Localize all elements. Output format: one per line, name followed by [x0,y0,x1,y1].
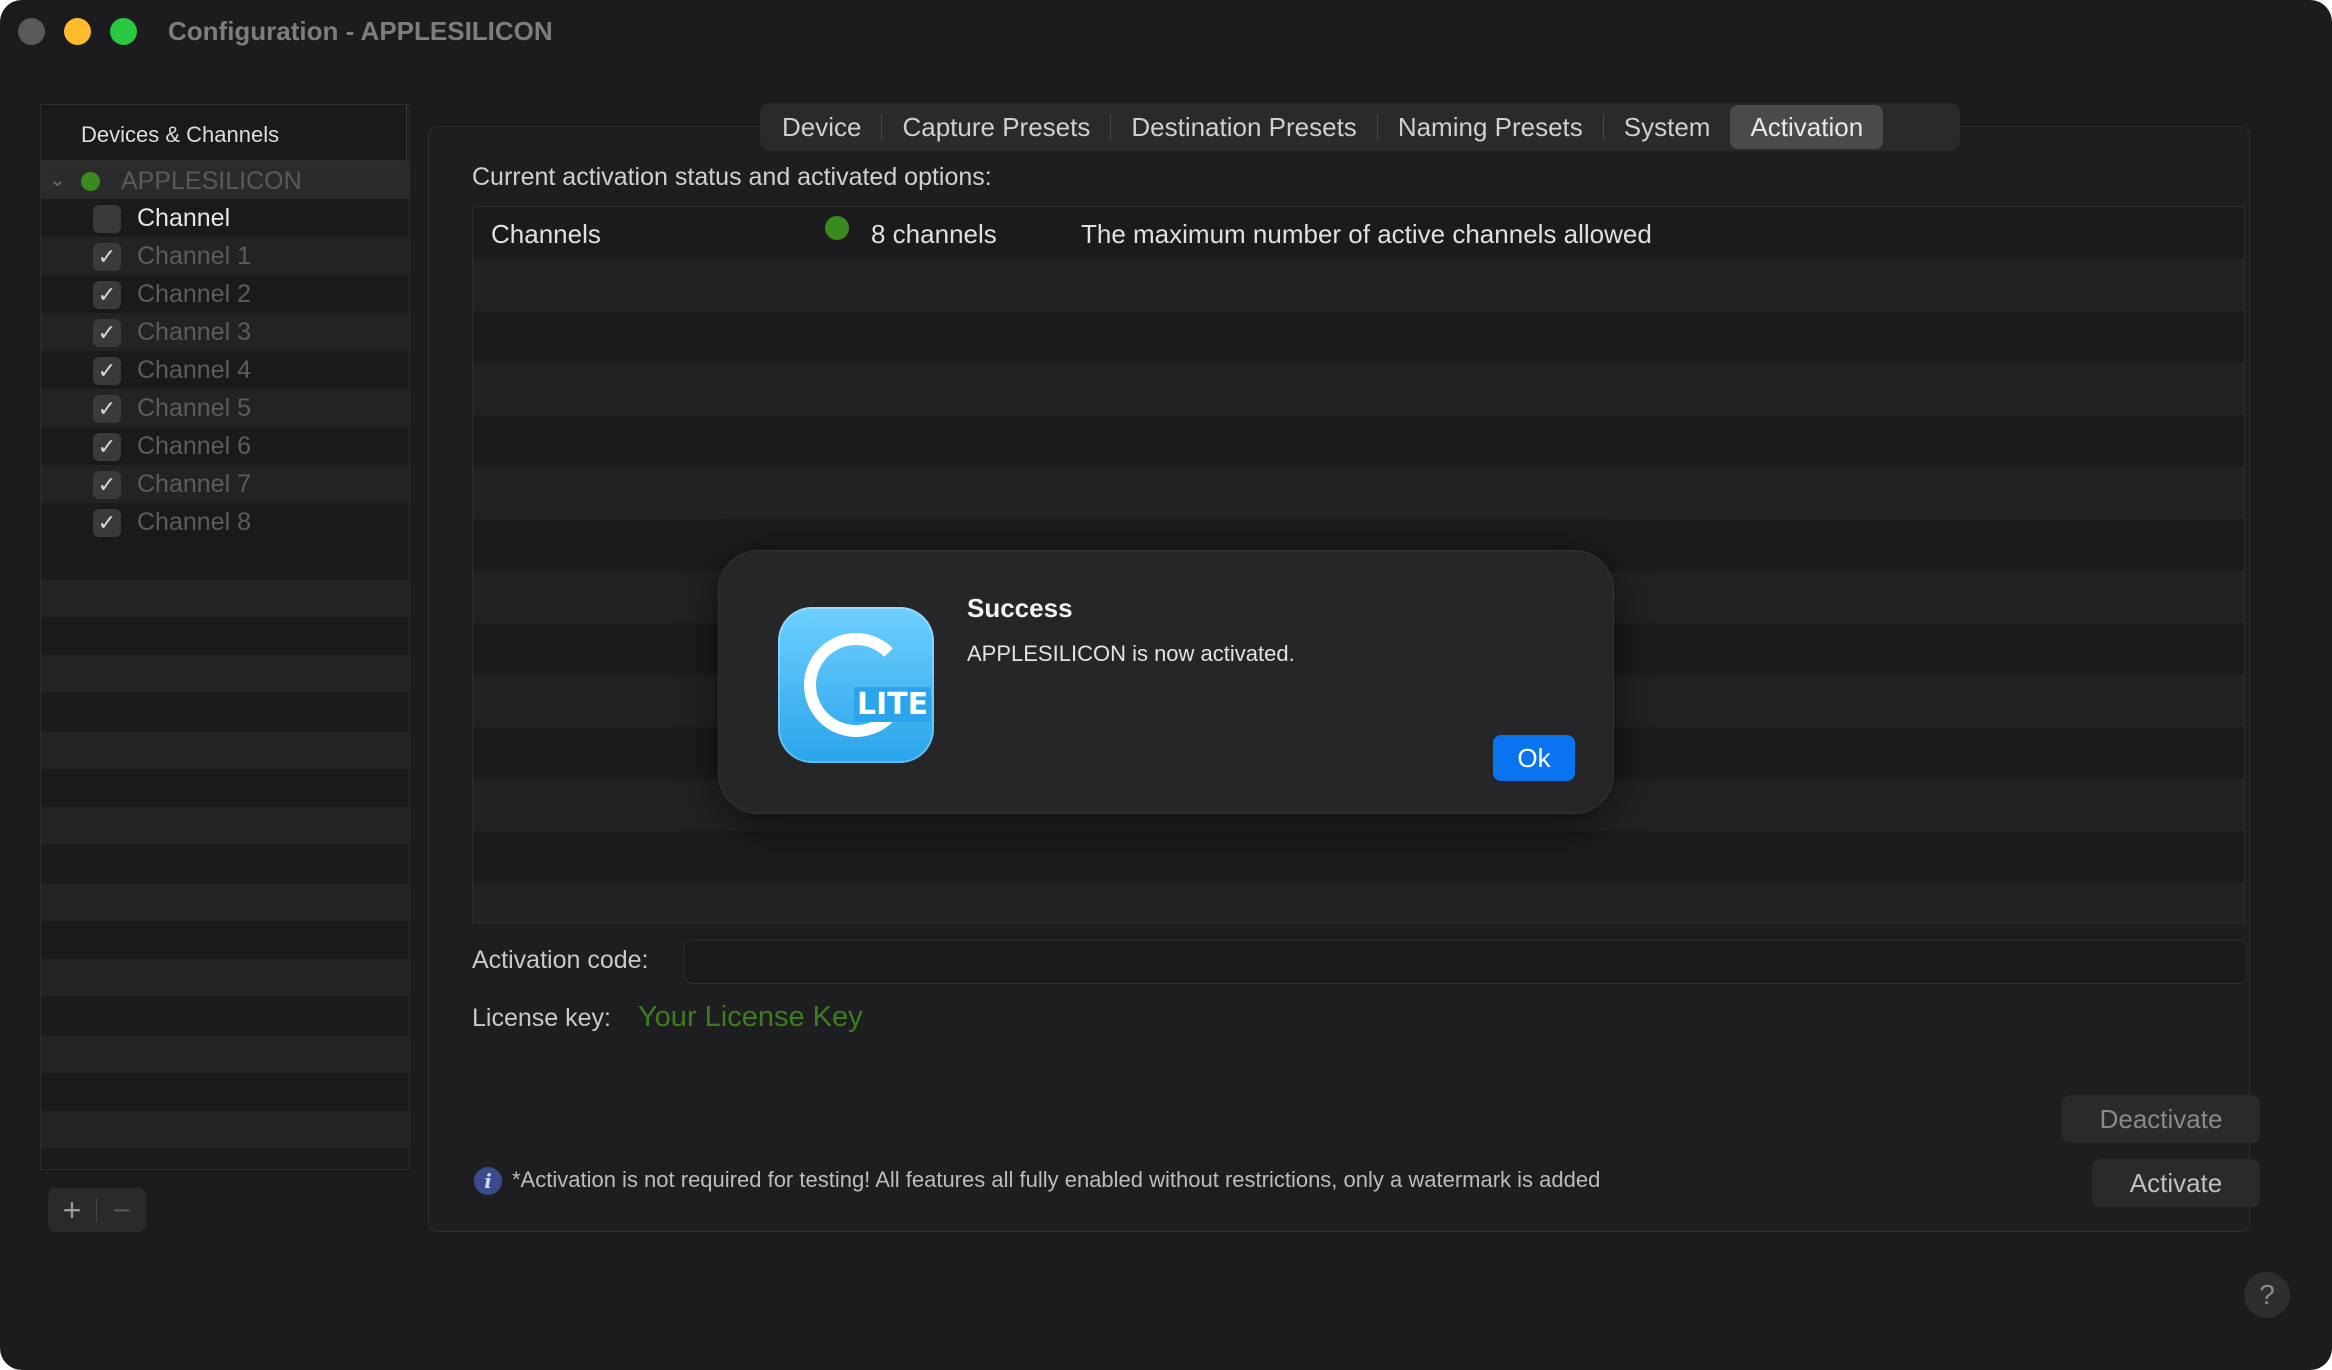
empty-row [41,883,409,921]
channel-checkbox[interactable]: ✓ [93,471,121,499]
zoom-window-button[interactable] [110,18,137,45]
option-description: The maximum number of active channels al… [1081,219,1652,249]
status-dot-icon [825,216,849,240]
sidebar-channel-row[interactable]: ✓ Channel 4 [41,351,409,389]
channel-label: Channel 1 [137,242,251,270]
title-bar: Configuration - APPLESILICON [0,0,2332,64]
app-logo-icon: LITE [778,607,934,763]
channel-label: Channel 5 [137,394,251,422]
empty-row [41,1073,409,1111]
sidebar-channel-row[interactable]: ✓ Channel 3 [41,313,409,351]
empty-row [473,831,2244,883]
tab-bar: Device Capture Presets Destination Prese… [760,103,1960,151]
configuration-window: Configuration - APPLESILICON Devices & C… [0,0,2332,1370]
channel-checkbox[interactable]: ✓ [93,281,121,309]
channel-checkbox[interactable]: ✓ [93,243,121,271]
empty-row [473,259,2244,311]
minimize-window-button[interactable] [64,18,91,45]
channel-label: Channel 2 [137,280,251,308]
channel-header-row[interactable]: Channel [41,199,409,237]
empty-row [41,921,409,959]
tab-device[interactable]: Device [762,105,881,149]
empty-row [41,807,409,845]
status-dot-icon [81,172,100,191]
sidebar-header: Devices & Channels [41,105,407,161]
empty-row [41,1149,409,1169]
empty-row [41,541,409,579]
empty-row [41,693,409,731]
channel-all-checkbox[interactable] [93,205,121,233]
empty-row [473,883,2244,922]
dialog-title: Success [967,593,1073,623]
activation-code-label: Activation code: [472,946,649,974]
channel-header-label: Channel [137,204,231,232]
help-button[interactable]: ? [2244,1272,2290,1318]
sidebar-channel-row[interactable]: ✓ Channel 2 [41,275,409,313]
add-device-button[interactable]: + [48,1190,96,1230]
empty-row [41,579,409,617]
device-name: APPLESILICON [121,167,302,195]
window-title: Configuration - APPLESILICON [168,16,553,46]
empty-row [473,363,2244,415]
channel-label: Channel 3 [137,318,251,346]
channel-checkbox[interactable]: ✓ [93,357,121,385]
deactivate-button[interactable]: Deactivate [2062,1095,2260,1143]
testing-note: *Activation is not required for testing!… [512,1167,1601,1192]
empty-row [41,617,409,655]
empty-row [41,769,409,807]
add-remove-bar: + − [48,1188,146,1232]
success-dialog: LITE Success APPLESILICON is now activat… [718,550,1614,814]
table-row[interactable]: Channels 8 channels The maximum number o… [473,207,2244,259]
empty-row [41,731,409,769]
tab-system[interactable]: System [1604,105,1731,149]
info-icon: i [474,1167,502,1195]
empty-row [473,467,2244,519]
channel-label: Channel 8 [137,508,251,536]
empty-row [473,311,2244,363]
empty-row [41,1035,409,1073]
dialog-message: APPLESILICON is now activated. [967,641,1295,666]
channel-checkbox[interactable]: ✓ [93,433,121,461]
sidebar-channel-row[interactable]: ✓ Channel 8 [41,503,409,541]
license-key-label: License key: [472,1004,611,1032]
empty-row [473,415,2244,467]
channel-label: Channel 4 [137,356,251,384]
activation-status-label: Current activation status and activated … [472,163,992,191]
channel-label: Channel 6 [137,432,251,460]
empty-row [41,1111,409,1149]
sidebar-channel-row[interactable]: ✓ Channel 7 [41,465,409,503]
chevron-down-icon[interactable]: ⌄ [49,167,66,192]
tab-activation[interactable]: Activation [1730,105,1884,149]
sidebar-channel-row[interactable]: ✓ Channel 1 [41,237,409,275]
empty-row [41,845,409,883]
empty-row [41,959,409,997]
option-value: 8 channels [871,219,997,249]
tab-capture-presets[interactable]: Capture Presets [882,105,1110,149]
devices-sidebar: Devices & Channels ⌄ APPLESILICON Channe… [40,104,410,1170]
activation-code-input[interactable] [684,940,2247,984]
empty-row [41,997,409,1035]
sidebar-channel-row[interactable]: ✓ Channel 5 [41,389,409,427]
close-window-button[interactable] [18,18,45,45]
logo-lite-text: LITE [854,687,932,722]
tab-naming-presets[interactable]: Naming Presets [1378,105,1603,149]
activate-button[interactable]: Activate [2092,1159,2260,1207]
license-key-link[interactable]: Your License Key [638,1001,863,1034]
channel-checkbox[interactable]: ✓ [93,319,121,347]
option-name: Channels [491,219,601,249]
sidebar-channel-row[interactable]: ✓ Channel 6 [41,427,409,465]
channel-checkbox[interactable]: ✓ [93,395,121,423]
empty-row [41,655,409,693]
tab-destination-presets[interactable]: Destination Presets [1111,105,1376,149]
sidebar-device-row[interactable]: ⌄ APPLESILICON [41,161,409,199]
ok-button[interactable]: Ok [1493,735,1575,781]
divider [96,1198,97,1222]
channel-checkbox[interactable]: ✓ [93,509,121,537]
remove-device-button[interactable]: − [98,1190,146,1230]
channel-label: Channel 7 [137,470,251,498]
